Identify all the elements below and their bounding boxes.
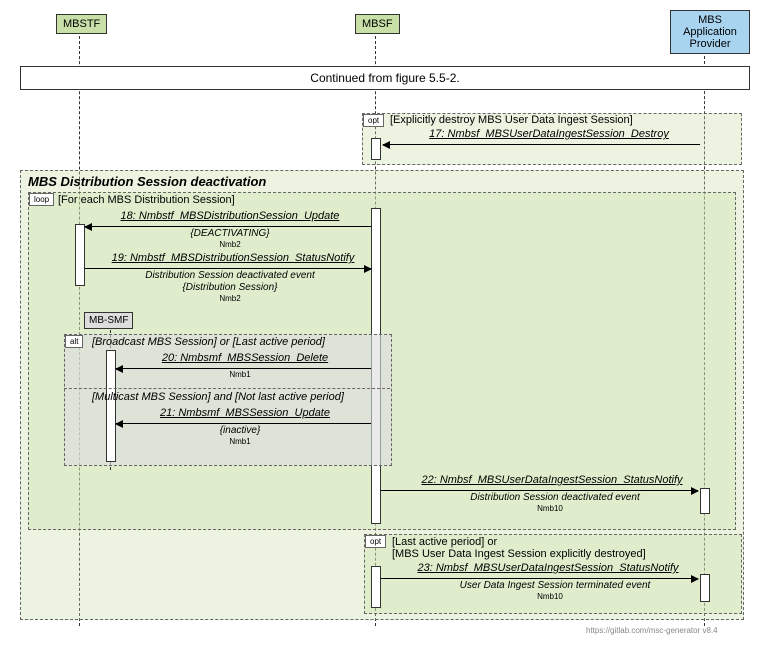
msg-17: 17: Nmbsf_MBSUserDataIngestSession_Destr… <box>404 128 694 140</box>
sub-20: Nmb1 <box>210 370 270 379</box>
sub-19a: Distribution Session deactivated event <box>120 270 340 281</box>
fragment-tag-loop: loop <box>29 193 54 206</box>
msg-18: 18: Nmbstf_MBSDistributionSession_Update <box>100 210 360 222</box>
sub-19b: {Distribution Session} <box>150 282 310 293</box>
msg-22: 22: Nmbsf_MBSUserDataIngestSession_Statu… <box>404 474 700 486</box>
guard-alt2: [Multicast MBS Session] and [Not last ac… <box>92 391 344 403</box>
arrow-18 <box>85 226 371 227</box>
msg-21: 21: Nmbsmf_MBSSession_Update <box>140 407 350 419</box>
guard-loop: [For each MBS Distribution Session] <box>58 194 235 206</box>
arrow-21 <box>116 423 371 424</box>
sub-22b: Nmb10 <box>510 504 590 513</box>
sequence-diagram: MBSTF MBSF MBS Application Provider Cont… <box>10 10 758 643</box>
sub-23b: Nmb10 <box>510 592 590 601</box>
arrow-20 <box>116 368 371 369</box>
arrow-17 <box>383 144 700 145</box>
actor-mbstf: MBSTF <box>56 14 107 34</box>
sub-23a: User Data Ingest Session terminated even… <box>430 580 680 591</box>
sub-18a: {DEACTIVATING} <box>130 228 330 239</box>
arrow-19 <box>85 268 371 269</box>
msg-19: 19: Nmbstf_MBSDistributionSession_Status… <box>88 252 378 264</box>
activation-ap-22 <box>700 488 710 514</box>
section-title: MBS Distribution Session deactivation <box>28 174 266 189</box>
activation-ap-23 <box>700 574 710 602</box>
sub-21b: Nmb1 <box>210 437 270 446</box>
continued-from-box: Continued from figure 5.5-2. <box>20 66 750 90</box>
actor-mbsf: MBSF <box>355 14 400 34</box>
actor-app-provider: MBS Application Provider <box>670 10 750 54</box>
arrow-22 <box>381 490 698 491</box>
msg-23: 23: Nmbsf_MBSUserDataIngestSession_Statu… <box>396 562 700 574</box>
fragment-tag-alt: alt <box>65 335 83 348</box>
activation-mbsf-1 <box>371 138 381 160</box>
arrow-23 <box>381 578 698 579</box>
alt-divider <box>64 388 390 389</box>
credit-text: https://gitlab.com/msc-generator v8.4 <box>586 626 718 635</box>
activation-mbsf-opt2 <box>371 566 381 608</box>
sub-21a: {inactive} <box>190 425 290 436</box>
sub-22a: Distribution Session deactivated event <box>440 492 670 503</box>
activation-mbstf <box>75 224 85 286</box>
guard-opt1: [Explicitly destroy MBS User Data Ingest… <box>390 114 633 126</box>
msg-20: 20: Nmbsmf_MBSSession_Delete <box>140 352 350 364</box>
fragment-tag: opt <box>363 114 384 127</box>
guard-opt2: [Last active period] or [MBS User Data I… <box>392 536 646 560</box>
sub-18b: Nmb2 <box>190 240 270 249</box>
fragment-tag-opt2: opt <box>365 535 386 548</box>
sub-19c: Nmb2 <box>190 294 270 303</box>
guard-alt1: [Broadcast MBS Session] or [Last active … <box>92 336 325 348</box>
actor-mbsmf: MB-SMF <box>84 312 133 329</box>
